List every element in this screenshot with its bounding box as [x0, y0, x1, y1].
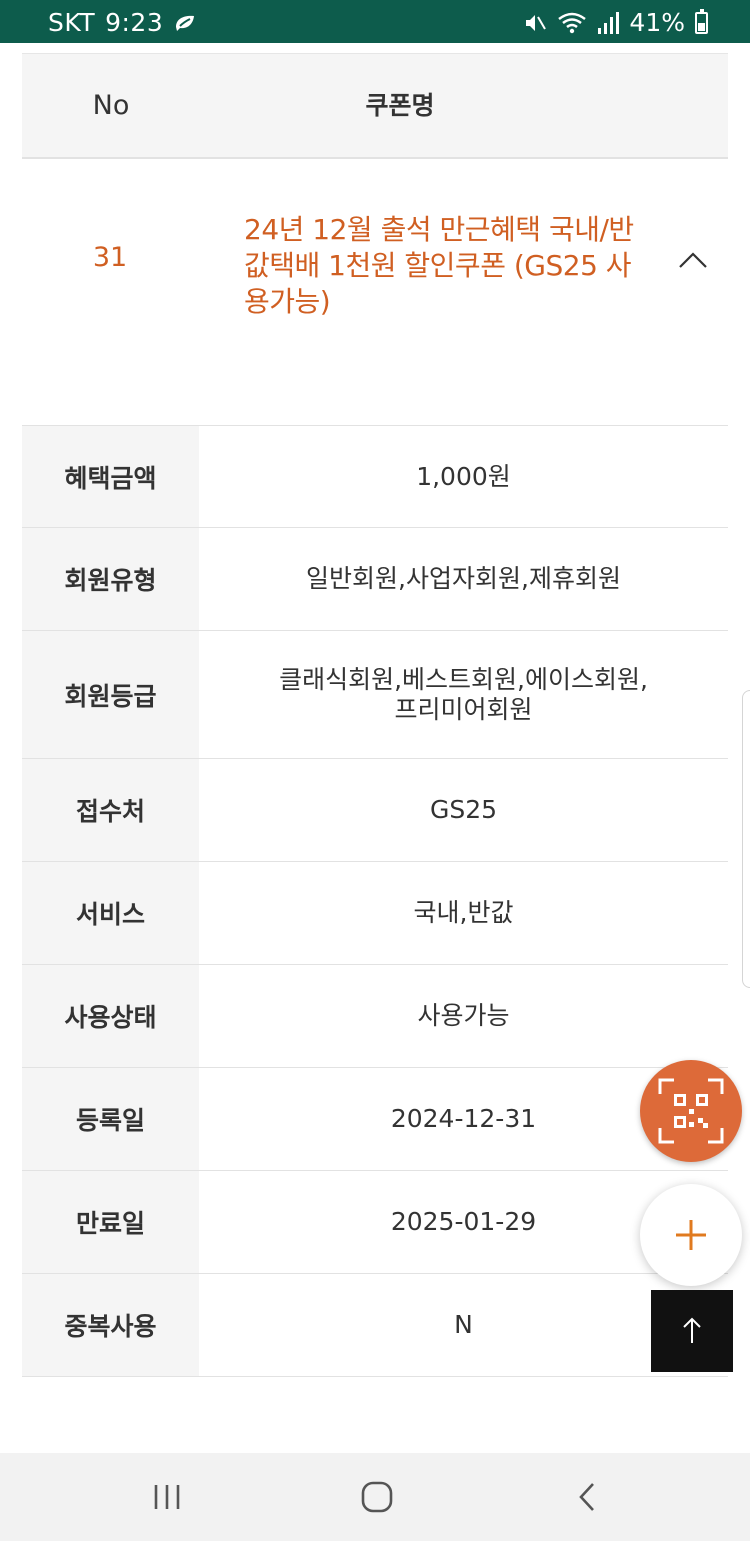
detail-row-duplicate: 중복사용 N: [22, 1274, 728, 1377]
status-right: 41%: [523, 8, 708, 37]
qr-scan-button[interactable]: [640, 1060, 742, 1162]
coupon-number: 31: [92, 242, 128, 273]
status-bar: SKT 9:23 41%: [0, 0, 750, 43]
detail-value: 1,000원: [416, 461, 511, 491]
add-button[interactable]: [640, 1184, 742, 1286]
status-left: SKT 9:23: [48, 8, 197, 37]
detail-value: 일반회원,사업자회원,제휴회원: [306, 564, 621, 593]
wifi-icon: [558, 12, 587, 33]
detail-row-benefit: 혜택금액 1,000원: [22, 426, 728, 528]
detail-row-branch: 접수처 GS25: [22, 759, 728, 862]
detail-label: 회원등급: [22, 631, 199, 758]
carrier-label: SKT: [48, 8, 96, 37]
detail-row-member-grade: 회원등급 클래식회원,베스트회원,에이스회원, 프리미어회원: [22, 631, 728, 759]
coupon-title: 24년 12월 출석 만근혜택 국내/반값택배 1천원 할인쿠폰 (GS25 사…: [244, 213, 634, 318]
arrow-up-icon: [683, 1317, 701, 1343]
detail-value: N: [454, 1310, 473, 1339]
detail-value: 사용가능: [417, 1001, 510, 1030]
detail-row-status: 사용상태 사용가능: [22, 965, 728, 1068]
qr-scan-icon: [658, 1078, 724, 1144]
detail-label: 회원유형: [22, 528, 199, 630]
detail-value: 국내,반값: [413, 898, 514, 927]
header-coupon-name: 쿠폰명: [365, 91, 435, 120]
scroll-top-button[interactable]: [651, 1290, 733, 1372]
detail-label: 사용상태: [22, 965, 199, 1067]
coupon-detail-table: 혜택금액 1,000원 회원유형 일반회원,사업자회원,제휴회원 회원등급 클래…: [22, 425, 728, 1377]
detail-label: 만료일: [22, 1171, 199, 1273]
detail-value: GS25: [429, 795, 498, 824]
header-no: No: [92, 90, 130, 121]
detail-label: 접수처: [22, 759, 199, 861]
recent-apps-icon[interactable]: [147, 1477, 187, 1517]
battery-label: 41%: [629, 8, 685, 37]
coupon-row[interactable]: 31 24년 12월 출석 만근혜택 국내/반값택배 1천원 할인쿠폰 (GS2…: [22, 160, 728, 424]
detail-row-service: 서비스 국내,반값: [22, 862, 728, 965]
home-icon[interactable]: [357, 1477, 397, 1517]
coupon-table-header: No 쿠폰명: [22, 53, 728, 159]
detail-label: 혜택금액: [22, 426, 199, 527]
detail-value: 클래식회원,베스트회원,에이스회원, 프리미어회원: [279, 664, 648, 724]
detail-label: 중복사용: [22, 1274, 199, 1376]
back-icon[interactable]: [567, 1477, 607, 1517]
plus-icon: [676, 1220, 706, 1250]
detail-row-expiry: 만료일 2025-01-29: [22, 1171, 728, 1274]
battery-icon: [695, 8, 708, 34]
notification-leaf-icon: [176, 15, 195, 31]
side-scroll-handle[interactable]: [742, 690, 750, 988]
time-label: 9:23: [105, 8, 164, 37]
detail-label: 등록일: [22, 1068, 199, 1170]
mute-icon: [526, 14, 547, 31]
system-nav-bar: [0, 1453, 750, 1541]
detail-label: 서비스: [22, 862, 199, 964]
chevron-up-icon[interactable]: [678, 246, 708, 276]
detail-row-registered: 등록일 2024-12-31: [22, 1068, 728, 1171]
detail-row-member-type: 회원유형 일반회원,사업자회원,제휴회원: [22, 528, 728, 631]
signal-icon: [598, 11, 620, 34]
